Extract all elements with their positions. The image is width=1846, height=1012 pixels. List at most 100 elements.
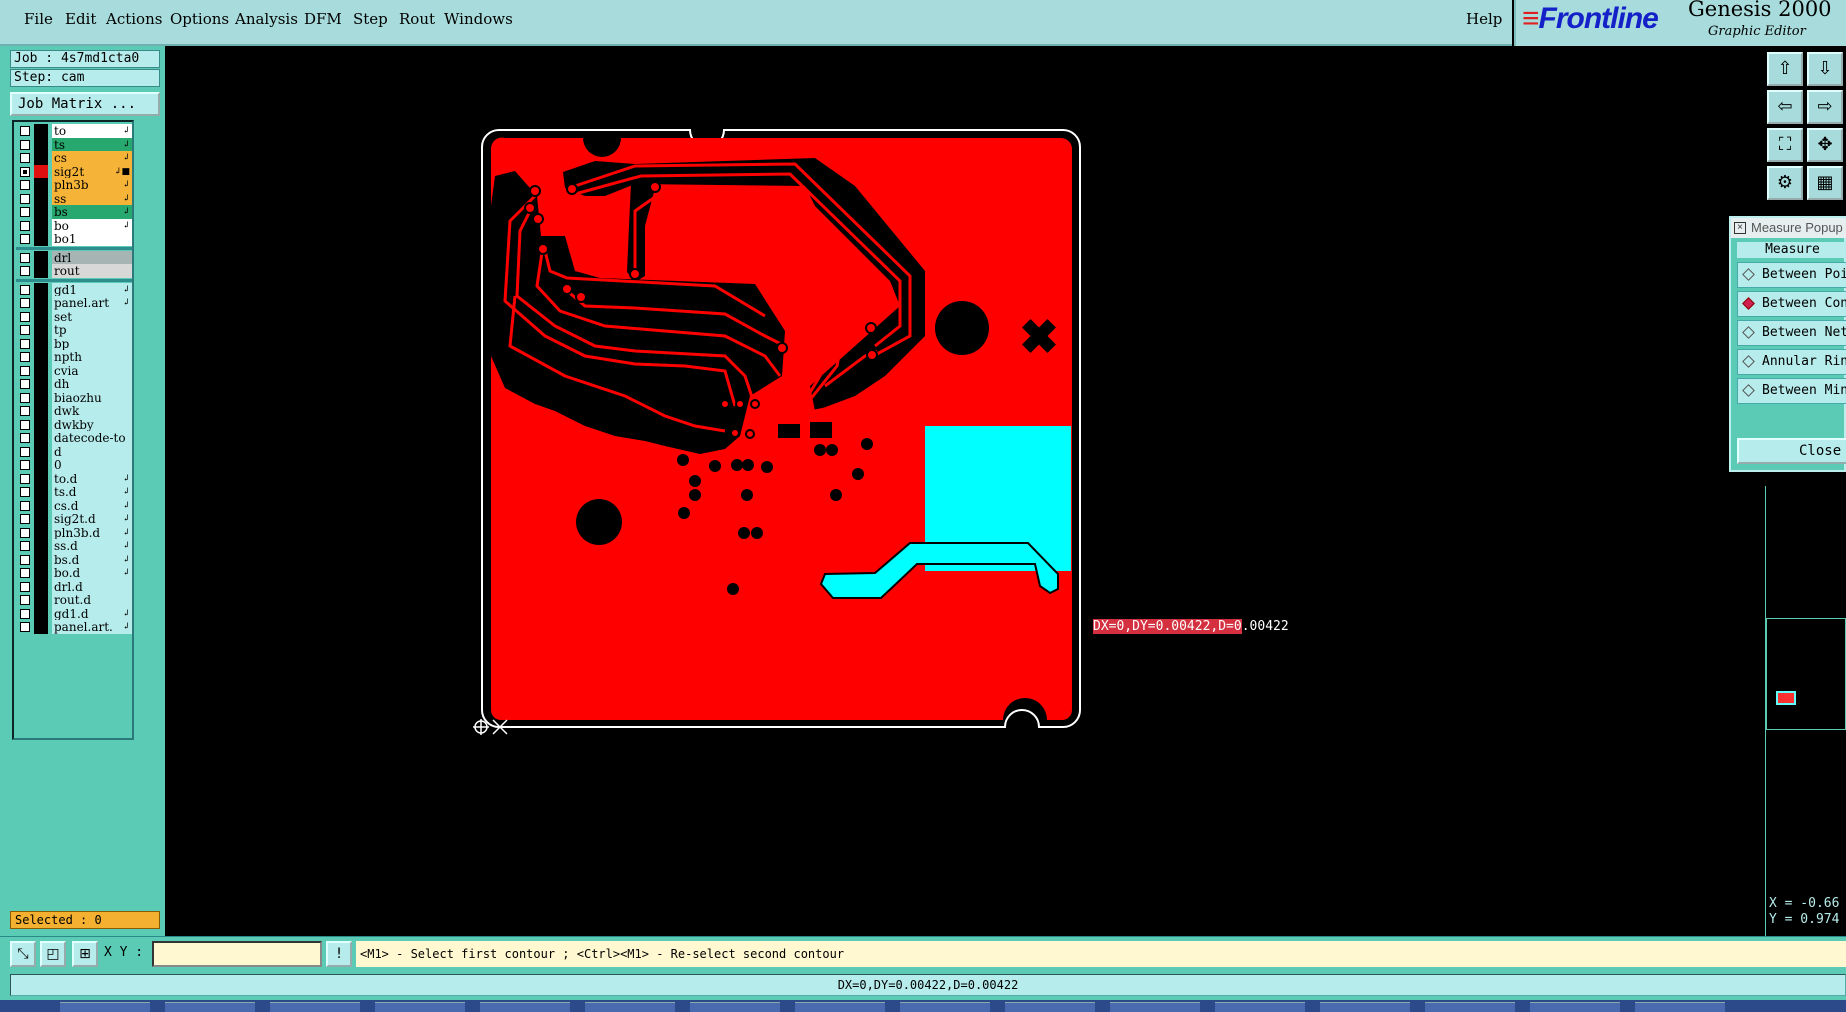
layer-name[interactable]: set bbox=[52, 309, 132, 324]
layer-checkbox[interactable] bbox=[20, 180, 30, 190]
menu-dfm[interactable]: DFM bbox=[304, 10, 342, 28]
layer-row[interactable]: to ↲ bbox=[16, 124, 132, 138]
layer-affected-icon[interactable]: ↲ bbox=[122, 283, 130, 297]
layer-checkbox[interactable] bbox=[20, 298, 30, 308]
menu-analysis[interactable]: Analysis bbox=[235, 10, 298, 28]
taskbar-item[interactable] bbox=[690, 1002, 780, 1012]
layer-name[interactable]: ts.d ↲ bbox=[52, 485, 132, 499]
layer-name[interactable]: gd1.d ↲ bbox=[52, 606, 132, 621]
layer-checkbox[interactable] bbox=[20, 153, 30, 163]
layer-affected-icon[interactable]: ↲ bbox=[122, 512, 130, 526]
layer-checkbox[interactable] bbox=[20, 487, 30, 497]
layer-row[interactable]: ss ↲ bbox=[16, 191, 132, 206]
layer-checkbox[interactable] bbox=[20, 419, 30, 430]
layer-color-swatch[interactable] bbox=[34, 593, 48, 607]
layer-row[interactable]: biaozhu bbox=[16, 390, 132, 405]
layer-row[interactable]: cvia bbox=[16, 363, 132, 378]
layer-checkbox[interactable] bbox=[20, 207, 30, 217]
layer-affected-icon[interactable]: ↲ bbox=[122, 219, 130, 233]
layer-row[interactable]: 0 bbox=[16, 458, 132, 472]
taskbar-item[interactable] bbox=[480, 1002, 570, 1012]
layer-checkbox[interactable] bbox=[20, 500, 30, 511]
layer-row[interactable]: tp bbox=[16, 323, 132, 337]
layer-row[interactable]: gd1 ↲ bbox=[16, 282, 132, 297]
layer-checkbox[interactable] bbox=[20, 473, 30, 484]
layer-color-swatch[interactable] bbox=[34, 458, 48, 472]
measure-option[interactable]: Between Min bbox=[1737, 378, 1846, 404]
layer-affected-icon[interactable]: ↲■ bbox=[114, 165, 130, 179]
layer-row[interactable]: dwk bbox=[16, 404, 132, 418]
layer-name[interactable]: bo ↲ bbox=[52, 218, 132, 233]
layer-checkbox[interactable] bbox=[20, 266, 30, 276]
layer-checkbox[interactable] bbox=[20, 446, 30, 457]
layer-row[interactable]: panel.art. ↲ bbox=[16, 620, 132, 634]
layer-affected-icon[interactable]: ↲ bbox=[122, 178, 130, 192]
select-icon[interactable]: ◰ bbox=[40, 941, 66, 967]
layer-color-swatch[interactable] bbox=[34, 323, 48, 337]
layer-row[interactable]: ss.d ↲ bbox=[16, 539, 132, 553]
info-icon[interactable]: ! bbox=[326, 941, 352, 967]
measure-option[interactable]: Annular Ring bbox=[1737, 349, 1846, 375]
layer-name[interactable]: pln3b.d ↲ bbox=[52, 525, 132, 540]
layer-color-swatch[interactable] bbox=[34, 232, 48, 246]
layer-color-swatch[interactable] bbox=[34, 282, 48, 297]
layer-row[interactable]: drl.d bbox=[16, 579, 132, 594]
home-icon[interactable]: ✥ bbox=[1807, 128, 1843, 162]
xy-input[interactable] bbox=[152, 941, 322, 967]
layer-row[interactable]: d bbox=[16, 444, 132, 459]
layer-name[interactable]: rout.d bbox=[52, 593, 132, 607]
layer-name[interactable]: bs.d ↲ bbox=[52, 552, 132, 567]
layer-name[interactable]: datecode-to bbox=[52, 431, 132, 445]
layer-color-swatch[interactable] bbox=[34, 444, 48, 459]
layer-row[interactable]: bo ↲ bbox=[16, 218, 132, 233]
layer-name[interactable]: ss ↲ bbox=[52, 191, 132, 206]
layer-row[interactable]: to.d ↲ bbox=[16, 471, 132, 486]
layer-affected-icon[interactable]: ↲ bbox=[122, 620, 130, 634]
layer-color-swatch[interactable] bbox=[34, 606, 48, 621]
layer-row[interactable]: npth bbox=[16, 350, 132, 364]
menu-options[interactable]: Options bbox=[170, 10, 229, 28]
layer-checkbox[interactable] bbox=[20, 311, 30, 322]
layer-name[interactable]: panel.art. ↲ bbox=[52, 620, 132, 634]
layer-color-swatch[interactable] bbox=[34, 431, 48, 445]
fit-icon[interactable]: ⛶ bbox=[1767, 128, 1803, 162]
layer-name[interactable]: pln3b ↲ bbox=[52, 178, 132, 192]
layer-color-swatch[interactable] bbox=[34, 124, 48, 138]
layer-name[interactable]: 0 bbox=[52, 458, 132, 472]
layer-color-swatch[interactable] bbox=[34, 264, 48, 278]
layer-row[interactable]: ts ↲ bbox=[16, 137, 132, 152]
layer-checkbox[interactable] bbox=[20, 379, 30, 389]
layer-checkbox[interactable] bbox=[20, 166, 30, 177]
layer-checkbox[interactable] bbox=[20, 365, 30, 376]
layer-name[interactable]: to ↲ bbox=[52, 124, 132, 138]
graphic-canvas[interactable] bbox=[165, 46, 1763, 936]
measure-close-button[interactable]: Close bbox=[1737, 438, 1846, 464]
close-icon[interactable]: × bbox=[1734, 222, 1746, 234]
layer-checkbox[interactable] bbox=[20, 554, 30, 565]
taskbar-item[interactable] bbox=[795, 1002, 885, 1012]
zoom-box-icon[interactable]: ⊞ bbox=[72, 941, 98, 967]
taskbar-item[interactable] bbox=[900, 1002, 990, 1012]
menu-help[interactable]: Help bbox=[1466, 10, 1502, 28]
layer-color-swatch[interactable] bbox=[34, 539, 48, 553]
layer-row[interactable]: bo.d ↲ bbox=[16, 566, 132, 580]
grid-icon[interactable]: ▦ bbox=[1807, 166, 1843, 200]
layer-color-swatch[interactable] bbox=[34, 164, 48, 179]
layer-affected-icon[interactable]: ↲ bbox=[122, 192, 130, 206]
layer-row[interactable]: panel.art ↲ bbox=[16, 296, 132, 310]
layer-name[interactable]: sig2t.d ↲ bbox=[52, 512, 132, 526]
layer-row[interactable]: dwkby bbox=[16, 417, 132, 432]
layer-name[interactable]: d bbox=[52, 444, 132, 459]
taskbar-item[interactable] bbox=[1530, 1002, 1620, 1012]
layer-color-swatch[interactable] bbox=[34, 498, 48, 513]
layer-name[interactable]: dh bbox=[52, 377, 132, 391]
measure-option[interactable]: Between Contours bbox=[1737, 291, 1846, 317]
layer-name[interactable]: cvia bbox=[52, 363, 132, 378]
menu-step[interactable]: Step bbox=[353, 10, 388, 28]
job-matrix-button[interactable]: Job Matrix ... bbox=[10, 92, 160, 116]
snap-icon[interactable]: ⤡ bbox=[10, 941, 36, 967]
layer-name[interactable]: dwkby bbox=[52, 417, 132, 432]
layer-color-swatch[interactable] bbox=[34, 350, 48, 364]
pan-left-icon[interactable]: ⇦ bbox=[1767, 90, 1803, 124]
layer-checkbox[interactable] bbox=[20, 460, 30, 470]
